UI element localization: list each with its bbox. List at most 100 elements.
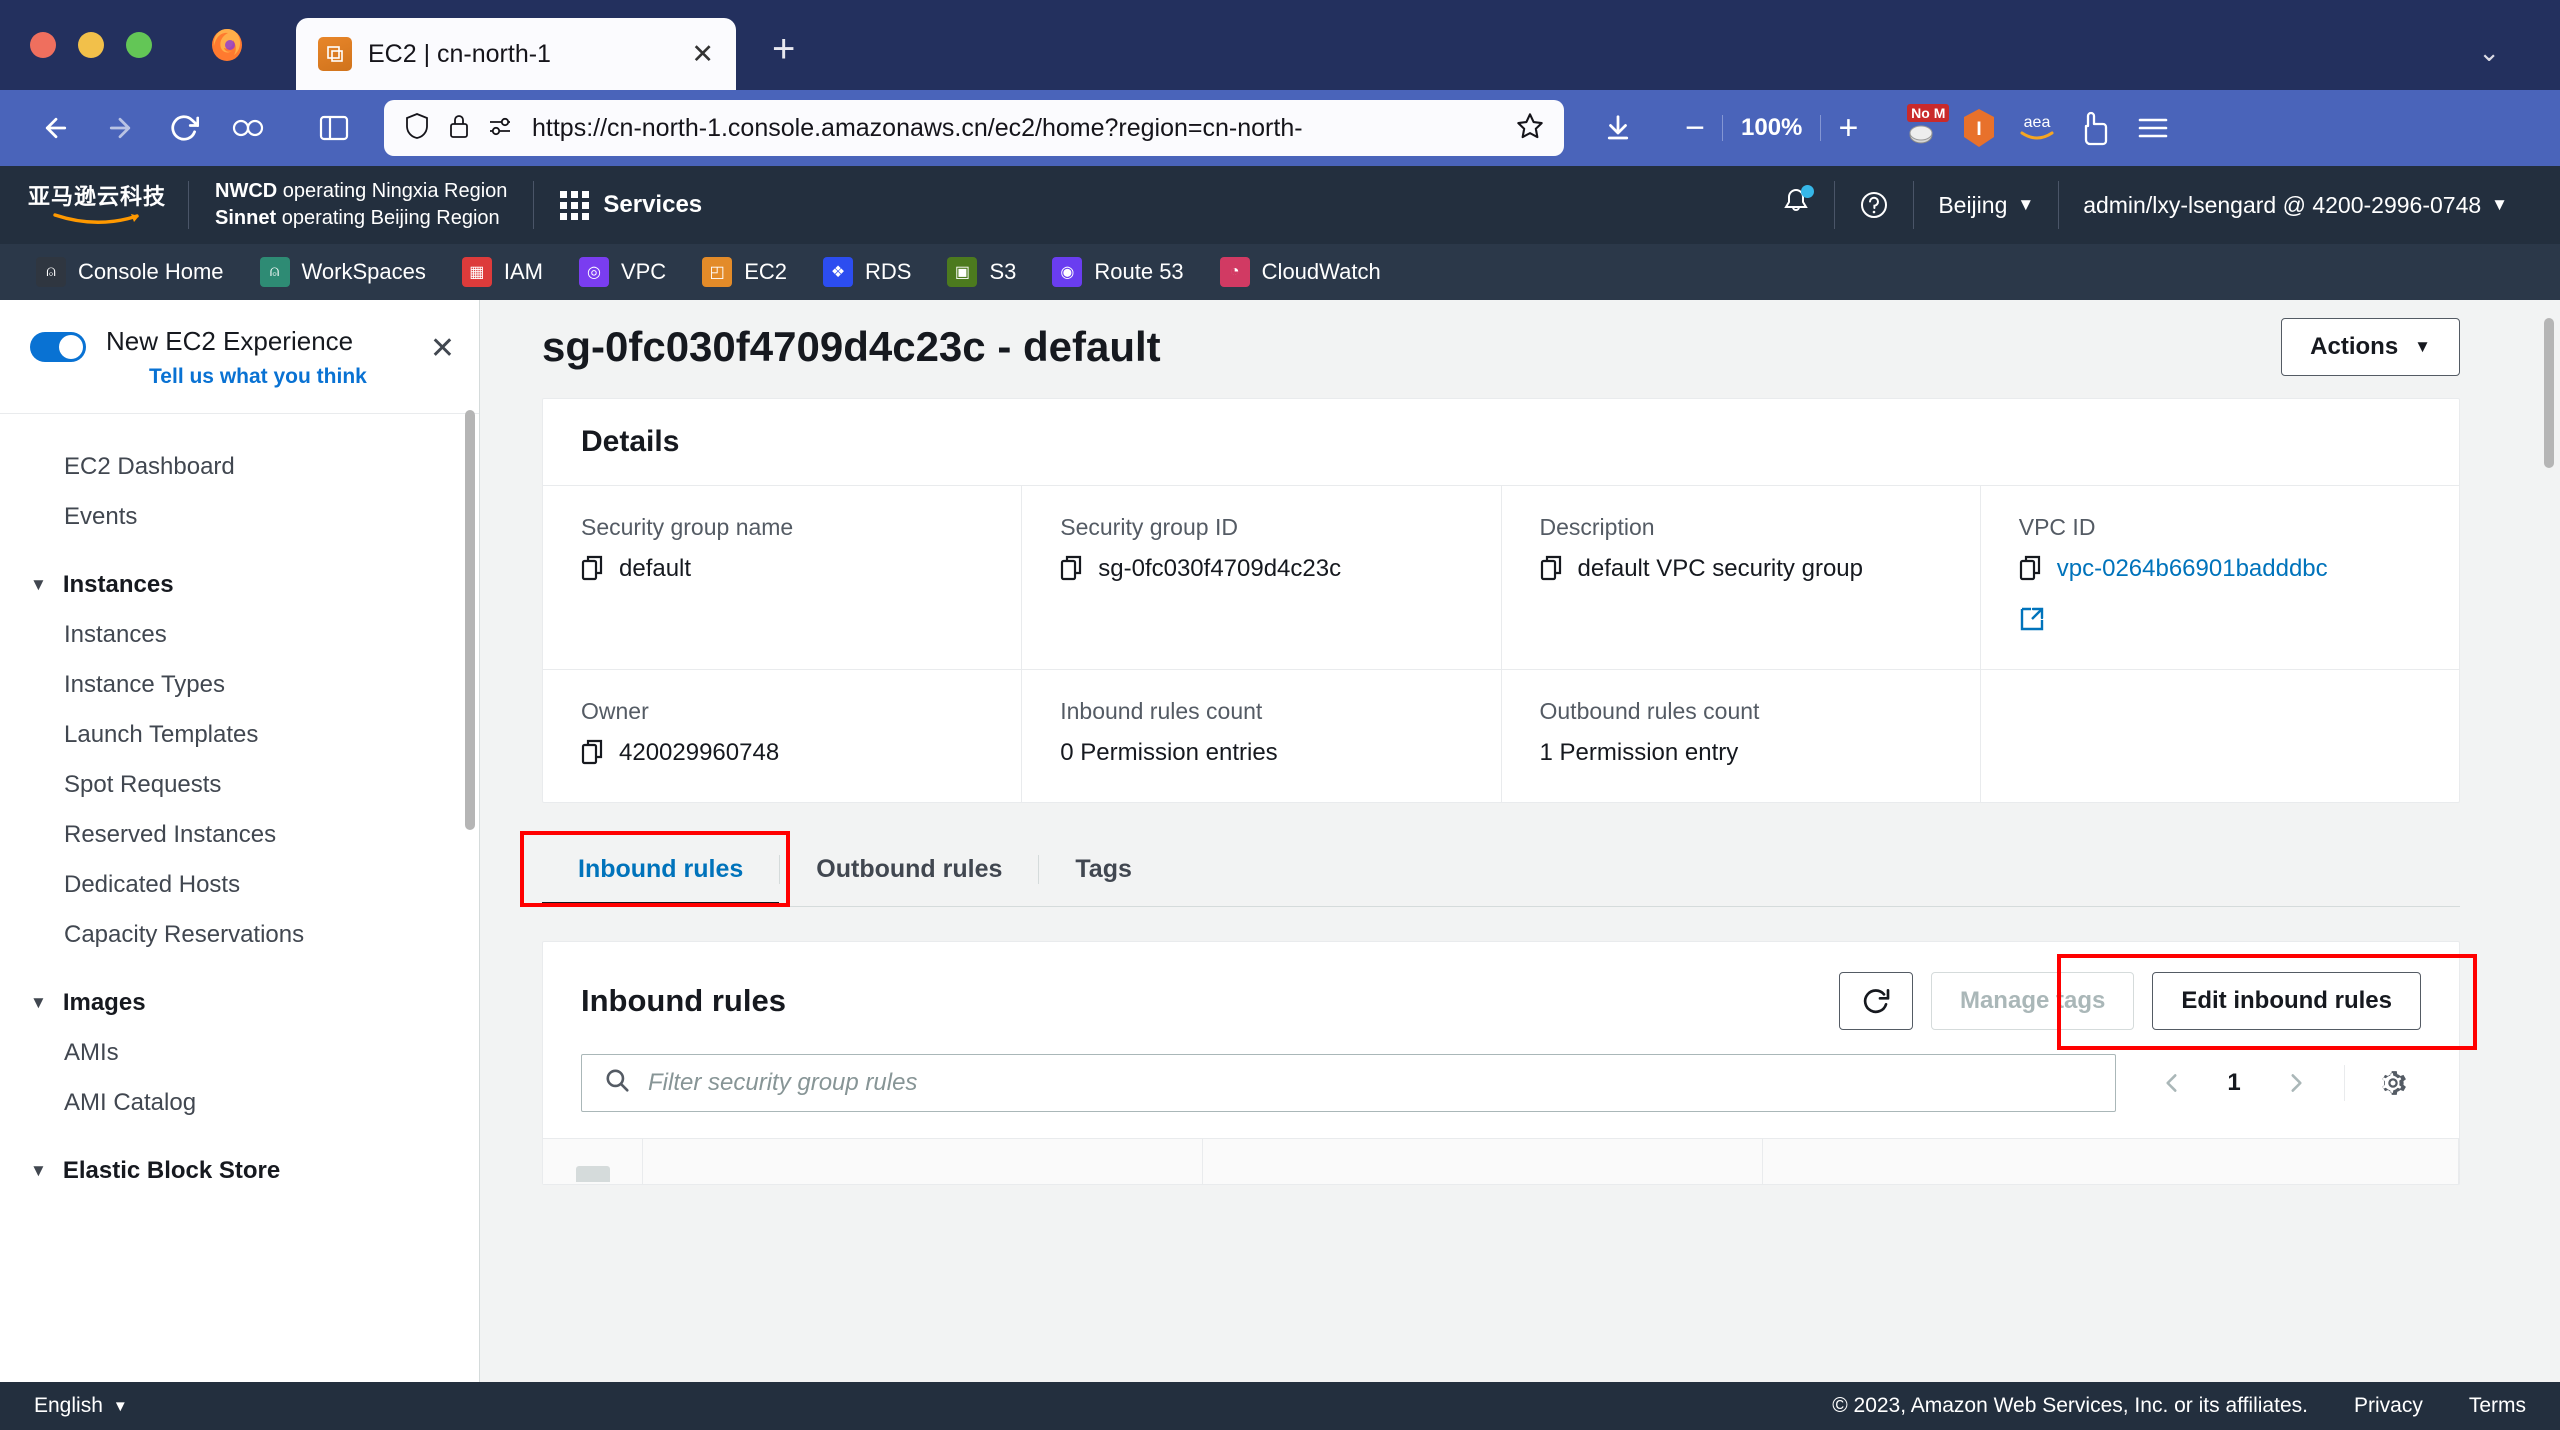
zoom-in-button[interactable]: +	[1825, 109, 1871, 148]
shortcut-workspaces[interactable]: ⍝ WorkSpaces	[246, 251, 440, 293]
main-scrollbar[interactable]	[2544, 318, 2554, 468]
shortcut-rds[interactable]: ❖ RDS	[809, 251, 925, 293]
close-banner-button[interactable]: ✕	[430, 334, 455, 364]
filter-security-group-rules-input[interactable]: Filter security group rules	[581, 1054, 2116, 1112]
copyright-text: © 2023, Amazon Web Services, Inc. or its…	[1832, 1394, 2308, 1417]
tab-tags[interactable]: Tags	[1039, 833, 1168, 906]
bitwarden-extension-icon[interactable]: I	[1953, 102, 2005, 154]
shortcut-iam[interactable]: ▦ IAM	[448, 251, 557, 293]
shield-icon[interactable]	[404, 112, 430, 145]
terms-link[interactable]: Terms	[2469, 1394, 2526, 1418]
copy-icon-owner[interactable]	[581, 739, 605, 772]
sidebar-item-instance-types[interactable]: Instance Types	[0, 660, 479, 710]
notifications-button[interactable]	[1758, 185, 1834, 223]
table-column-peek-1	[643, 1139, 1203, 1184]
url-bar[interactable]: https://cn-north-1.console.amazonaws.cn/…	[384, 100, 1564, 156]
app-menu-button[interactable]	[2127, 102, 2179, 154]
shortcut-route53[interactable]: ◉ Route 53	[1038, 251, 1197, 293]
region-selector-button[interactable]: Beijing ▼	[1914, 192, 2058, 219]
previous-page-button[interactable]	[2144, 1057, 2200, 1109]
downloads-button[interactable]	[1588, 102, 1648, 154]
detail-value-vpc-id-link[interactable]: vpc-0264b66901badddbc	[2057, 555, 2328, 583]
sidebar-item-reserved-instances[interactable]: Reserved Instances	[0, 810, 479, 860]
next-page-button[interactable]	[2268, 1057, 2324, 1109]
feedback-link[interactable]: Tell us what you think	[106, 365, 410, 389]
copy-icon-vpc-id[interactable]	[2019, 555, 2043, 588]
waffle-grid-icon	[560, 190, 590, 220]
detail-value-sg-id-wrap: sg-0fc030f4709d4c23c	[1060, 555, 1462, 588]
sidebar-toggle-button[interactable]	[304, 102, 364, 154]
sidebar-item-capacity-reservations[interactable]: Capacity Reservations	[0, 910, 479, 960]
select-all-checkbox[interactable]	[575, 1166, 610, 1182]
shortcut-console-home[interactable]: ⍝ Console Home	[22, 251, 238, 293]
account-menu-button[interactable]: admin/lxy-lsengard @ 4200-2996-0748 ▼	[2059, 192, 2532, 219]
permissions-icon[interactable]	[488, 114, 514, 143]
reload-button[interactable]	[154, 102, 214, 154]
select-all-checkbox-cell[interactable]	[543, 1139, 643, 1184]
container-tabs-icon[interactable]	[218, 102, 278, 154]
maximize-window-button[interactable]	[126, 32, 152, 58]
edit-inbound-rules-button[interactable]: Edit inbound rules	[2152, 972, 2421, 1030]
manage-tags-button[interactable]: Manage tags	[1930, 972, 2135, 1030]
sidebar-item-amis[interactable]: AMIs	[0, 1028, 479, 1078]
sidebar-item-launch-templates[interactable]: Launch Templates	[0, 710, 479, 760]
sidebar-item-ec2-dashboard[interactable]: EC2 Dashboard	[0, 442, 479, 492]
tab-outbound-rules[interactable]: Outbound rules	[780, 833, 1038, 906]
sidebar-group-elastic-block-store[interactable]: ▼ Elastic Block Store	[0, 1146, 479, 1196]
sidebar-item-spot-requests[interactable]: Spot Requests	[0, 760, 479, 810]
shortcut-vpc[interactable]: ◎ VPC	[565, 251, 680, 293]
sidebar-group-label-images: Images	[62, 989, 146, 1016]
sidebar-group-instances[interactable]: ▼ Instances	[0, 560, 479, 610]
shortcut-s3[interactable]: ▣ S3	[933, 251, 1030, 293]
external-link-icon-vpc[interactable]	[2019, 606, 2421, 639]
zoom-controls[interactable]: − 100% +	[1672, 109, 1871, 148]
sidebar-group-images[interactable]: ▼ Images	[0, 978, 479, 1028]
language-selector[interactable]: English ▼	[34, 1394, 128, 1418]
copy-icon-sg-id[interactable]	[1060, 555, 1084, 588]
url-text[interactable]: https://cn-north-1.console.amazonaws.cn/…	[532, 114, 1498, 143]
help-button[interactable]	[1835, 190, 1913, 220]
list-all-tabs-icon[interactable]: ⌄	[2478, 37, 2500, 68]
amazon-assistant-extension-icon[interactable]: aea	[2011, 102, 2063, 154]
services-menu-button[interactable]: Services	[534, 190, 728, 220]
notification-dot	[1801, 185, 1815, 198]
detail-label-outbound-count: Outbound rules count	[1539, 698, 1760, 724]
refresh-button[interactable]	[1838, 972, 1913, 1030]
sidebar-item-dedicated-hosts[interactable]: Dedicated Hosts	[0, 860, 479, 910]
tab-inbound-rules[interactable]: Inbound rules	[542, 833, 780, 907]
privacy-link[interactable]: Privacy	[2354, 1394, 2423, 1418]
bookmark-star-icon[interactable]	[1516, 112, 1544, 145]
shortcut-label-1: WorkSpaces	[301, 259, 426, 284]
aws-china-logo[interactable]: 亚马逊云科技	[28, 179, 188, 232]
ec2-favicon-icon	[318, 37, 352, 71]
table-preferences-button[interactable]	[2365, 1057, 2421, 1109]
sidebar-item-events[interactable]: Events	[0, 492, 479, 542]
page-title: sg-0fc030f4709d4c23c - default	[542, 323, 1161, 370]
shortcut-ec2[interactable]: ◰ EC2	[688, 251, 801, 293]
back-button[interactable]	[26, 102, 86, 154]
shortcut-cloudwatch[interactable]: ◔ CloudWatch	[1206, 251, 1395, 293]
copy-icon-sg-name[interactable]	[581, 555, 605, 588]
table-column-peek-2	[1203, 1139, 1763, 1184]
close-tab-button[interactable]: ✕	[691, 40, 714, 68]
copy-icon-description[interactable]	[1540, 555, 1564, 588]
details-row-1: Security group name default Security gro…	[543, 486, 2459, 669]
zoom-level-label[interactable]: 100%	[1727, 114, 1816, 142]
sidebar-scrollbar[interactable]	[465, 410, 475, 830]
current-page-number[interactable]: 1	[2206, 1069, 2262, 1097]
minimize-window-button[interactable]	[78, 32, 104, 58]
window-controls[interactable]	[0, 32, 152, 90]
sidebar-item-ami-catalog[interactable]: AMI Catalog	[0, 1078, 479, 1128]
sidebar-item-instances[interactable]: Instances	[0, 610, 479, 660]
actions-button[interactable]: Actions ▼	[2281, 318, 2460, 376]
lock-icon[interactable]	[448, 112, 470, 145]
zoom-out-button[interactable]: −	[1672, 109, 1718, 148]
new-tab-button[interactable]: +	[772, 27, 795, 72]
pocket-extension-icon[interactable]	[2069, 102, 2121, 154]
new-experience-toggle[interactable]	[30, 332, 86, 362]
close-window-button[interactable]	[30, 32, 56, 58]
forward-button[interactable]	[90, 102, 150, 154]
no-script-extension-icon[interactable]: No M	[1895, 102, 1950, 154]
browser-tab-ec2[interactable]: EC2 | cn-north-1 ✕	[296, 18, 736, 90]
search-icon	[604, 1067, 630, 1100]
